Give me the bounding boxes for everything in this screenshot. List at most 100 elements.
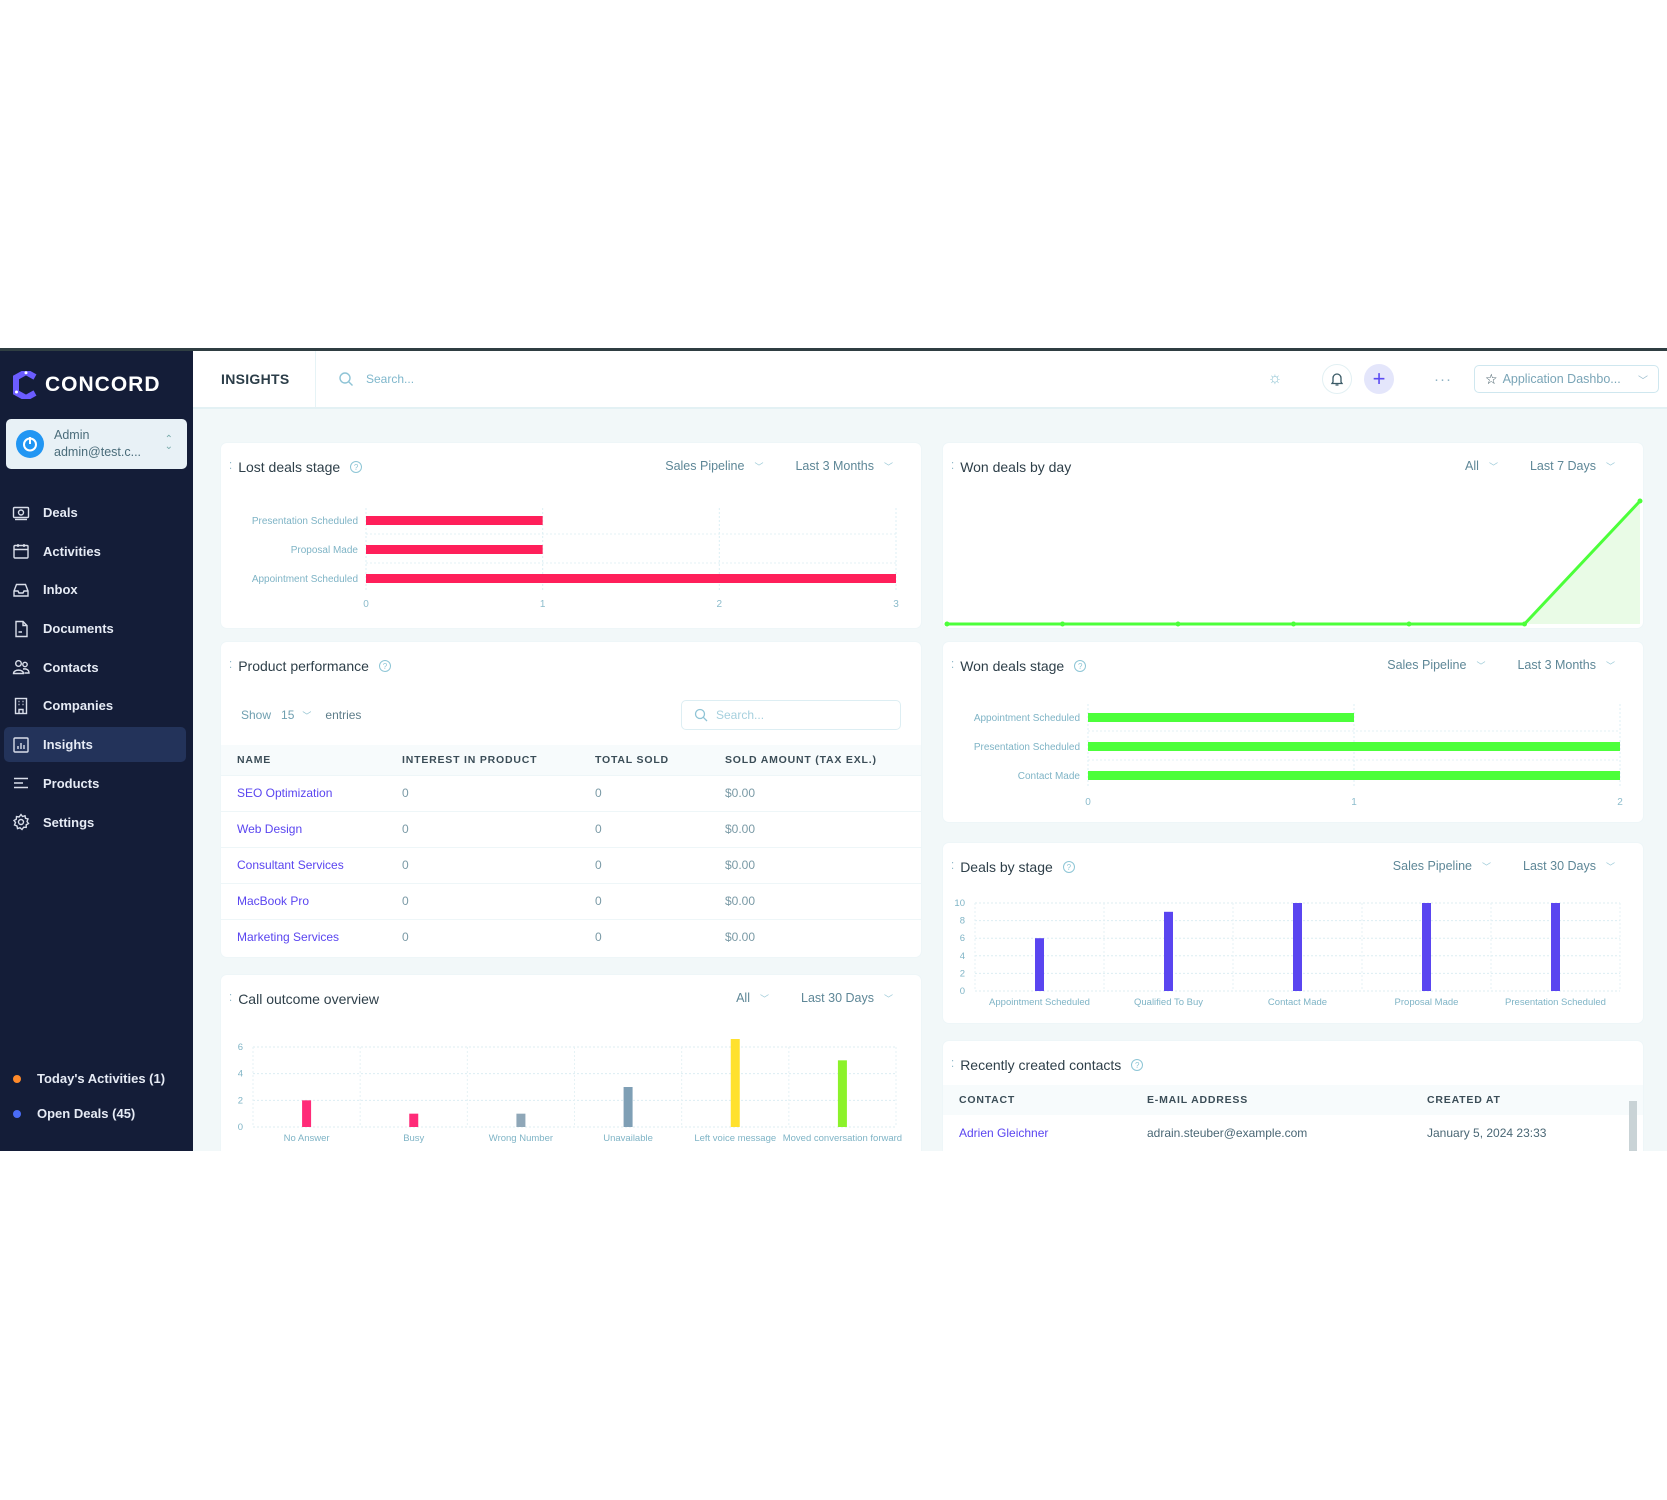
more-options-icon[interactable]: ···	[1434, 371, 1452, 388]
sidebar-item-inbox[interactable]: Inbox	[4, 572, 186, 607]
bar	[366, 516, 543, 525]
y-tick-label: 4	[238, 1069, 243, 1080]
open-deals-link[interactable]: Open Deals (45)	[0, 1096, 193, 1131]
x-tick-label: 1	[1351, 797, 1357, 808]
page-size-select[interactable]: 15	[281, 708, 294, 722]
product-name-link[interactable]: MacBook Pro	[221, 882, 386, 919]
bar	[1293, 903, 1302, 991]
column-header-created-at[interactable]: CREATED AT	[1411, 1085, 1643, 1115]
show-label: Show	[241, 708, 272, 722]
x-tick-label: 3	[893, 599, 899, 610]
bar	[730, 1039, 740, 1127]
column-header-email[interactable]: E-MAIL ADDRESS	[1131, 1085, 1411, 1115]
column-header-contact[interactable]: CONTACT	[943, 1085, 1131, 1115]
sidebar-item-label: Products	[43, 775, 100, 791]
todays-activities-link[interactable]: Today's Activities (1)	[0, 1061, 193, 1096]
column-header-name[interactable]: NAME	[221, 745, 386, 775]
building-icon	[11, 696, 31, 716]
search-placeholder: Search...	[716, 708, 765, 722]
y-category-label: Appointment Scheduled	[252, 574, 358, 585]
x-tick-label: 1	[540, 599, 546, 610]
call-outcome-card: ⁚ Call outcome overview All ﹀ Last 30 Days…	[221, 975, 921, 1151]
x-tick-label: 0	[363, 599, 369, 610]
table-cell: $0.00	[709, 846, 921, 883]
topbar: INSIGHTS Search... ☼ + ··· ☆ Application…	[193, 351, 1667, 409]
lost-deals-card: ⁚ Lost deals stage? Sales Pipeline ﹀ Last …	[221, 443, 921, 628]
calendar-icon	[11, 541, 31, 561]
app-window: CONCORD Admin admin@test.c... ⌃ ⌄ Deals A…	[0, 348, 1667, 1151]
drag-handle-icon[interactable]: ⁚	[229, 661, 232, 671]
bar	[837, 1060, 847, 1127]
y-tick-label: 2	[238, 1095, 243, 1106]
chevron-down-icon: ﹀	[1638, 375, 1648, 387]
notifications-bell-icon[interactable]	[1322, 364, 1352, 394]
sidebar-item-insights[interactable]: Insights	[4, 727, 186, 763]
sidebar-item-products[interactable]: Products	[4, 766, 186, 801]
page-title: INSIGHTS	[193, 351, 316, 407]
product-name-link[interactable]: Marketing Services	[221, 918, 386, 955]
user-switcher[interactable]: Admin admin@test.c... ⌃ ⌄	[6, 419, 187, 469]
data-point	[1406, 621, 1412, 627]
drag-handle-icon[interactable]: ⁚	[951, 1060, 954, 1070]
sidebar-item-label: Documents	[43, 621, 114, 637]
bar	[1164, 911, 1173, 991]
sidebar-item-companies[interactable]: Companies	[4, 688, 186, 723]
help-icon[interactable]: ?	[1131, 1059, 1144, 1071]
contact-name-link[interactable]: Adrien Gleichner	[943, 1115, 1131, 1151]
recent-contacts-card: ⁚ Recently created contacts? CONTACT E-MA…	[943, 1041, 1643, 1151]
theme-toggle-sun-icon[interactable]: ☼	[1260, 364, 1290, 394]
sidebar-item-settings[interactable]: Settings	[4, 805, 186, 840]
sidebar-item-label: Companies	[43, 698, 114, 714]
search-icon	[694, 708, 708, 722]
help-icon[interactable]: ?	[378, 660, 391, 672]
sidebar-item-activities[interactable]: Activities	[4, 534, 186, 569]
brand-name: CONCORD	[45, 373, 161, 396]
table-cell: January 5, 2024 23:33	[1427, 1126, 1547, 1140]
y-tick-label: 0	[960, 986, 965, 997]
bar	[409, 1113, 419, 1127]
search-placeholder: Search...	[366, 372, 415, 386]
data-point	[1522, 621, 1527, 627]
y-category-label: Appointment Scheduled	[974, 713, 1080, 724]
table-cell: 0	[386, 882, 579, 919]
main-content: INSIGHTS Search... ☼ + ··· ☆ Application…	[193, 351, 1667, 1151]
chevron-down-icon: ﹀	[302, 710, 312, 721]
won-by-day-card: ⁚ Won deals by day All ﹀ Last 7 Days ﹀	[943, 443, 1643, 628]
table-cell: 0	[579, 918, 709, 955]
x-category-label: Left voice message	[694, 1133, 776, 1144]
sidebar-item-label: Inbox	[43, 582, 78, 598]
bar	[1551, 903, 1560, 991]
x-category-label: Presentation Scheduled	[1505, 997, 1606, 1008]
dashboard-select[interactable]: ☆ Application Dashbo... ﹀	[1474, 365, 1659, 393]
sidebar-item-contacts[interactable]: Contacts	[4, 650, 186, 685]
sidebar-item-label: Insights	[43, 737, 93, 753]
product-name-link[interactable]: Consultant Services	[221, 846, 386, 883]
scrollbar-thumb[interactable]	[1629, 1101, 1637, 1151]
column-header-interest[interactable]: INTEREST IN PRODUCT	[386, 745, 579, 775]
deals-icon	[11, 503, 31, 523]
table-row: Marketing Services 0 0 $0.00	[221, 918, 921, 955]
y-tick-label: 8	[960, 916, 965, 927]
column-header-sold-amount[interactable]: SOLD AMOUNT (TAX EXL.)	[709, 745, 921, 775]
x-category-label: Qualified To Buy	[1134, 997, 1203, 1008]
sidebar-item-documents[interactable]: Documents	[4, 611, 186, 646]
area-fill	[947, 501, 1640, 624]
sidebar-item-label: Contacts	[43, 659, 99, 675]
x-tick-label: 2	[1617, 797, 1623, 808]
add-plus-icon[interactable]: +	[1364, 364, 1394, 394]
y-category-label: Presentation Scheduled	[252, 516, 358, 527]
call-outcome-chart: 0 2 4 6 No Answer Busy Wrong Number Unavailable…	[238, 1039, 902, 1144]
global-search-input[interactable]: Search...	[316, 371, 414, 387]
column-header-total-sold[interactable]: TOTAL SOLD	[579, 745, 709, 775]
product-search-input[interactable]: Search...	[681, 700, 901, 730]
list-icon	[11, 773, 31, 793]
logo[interactable]: CONCORD	[0, 351, 193, 419]
sidebar-item-deals[interactable]: Deals	[4, 495, 186, 530]
x-category-label: Proposal Made	[1395, 997, 1459, 1008]
product-name-link[interactable]: Web Design	[221, 810, 386, 847]
contacts-scrollbar[interactable]	[1629, 1089, 1637, 1151]
card-title: Product performance	[238, 658, 369, 674]
table-cell: $0.00	[709, 918, 921, 955]
table-cell: adrain.steuber@example.com	[1147, 1126, 1308, 1140]
product-name-link[interactable]: SEO Optimization	[221, 774, 386, 811]
